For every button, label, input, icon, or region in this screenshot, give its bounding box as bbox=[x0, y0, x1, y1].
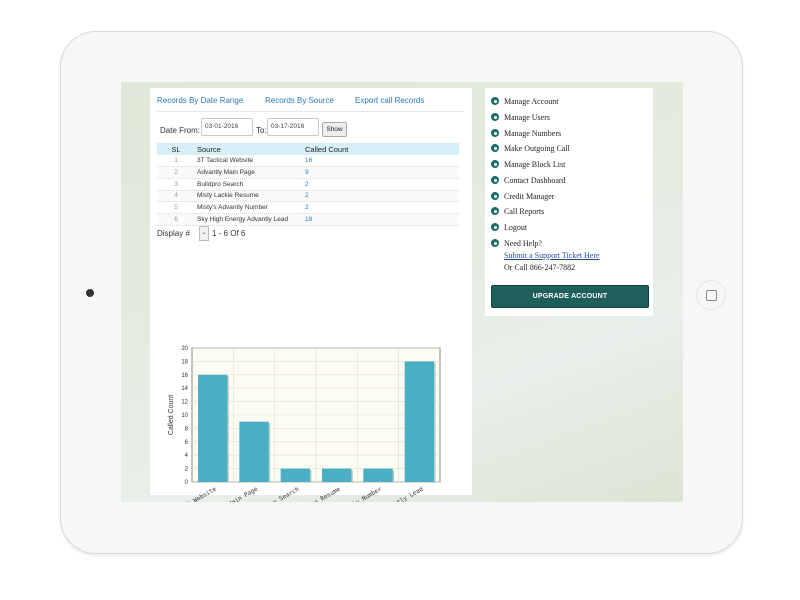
row-count-link[interactable]: 9 bbox=[303, 166, 459, 179]
tab-export-call-records[interactable]: Export call Records bbox=[355, 96, 424, 105]
upgrade-account-button[interactable]: UPGRADE ACCOUNT bbox=[491, 285, 649, 308]
bullet-icon bbox=[491, 97, 499, 105]
row-count-link[interactable]: 16 bbox=[303, 155, 459, 168]
display-dropdown[interactable]: ⌄ bbox=[199, 226, 209, 241]
menu-label: Manage Account bbox=[504, 97, 559, 106]
menu-label: Make Outgoing Call bbox=[504, 144, 570, 153]
row-count-link[interactable]: 2 bbox=[303, 190, 459, 203]
header-source: Source bbox=[195, 143, 303, 155]
support-ticket-link[interactable]: Submit a Support Ticket Here bbox=[504, 251, 600, 260]
bar bbox=[363, 468, 393, 482]
called-count-bar-chart: 024681012141618203T Tactical WebsiteAdva… bbox=[155, 346, 441, 502]
records-table: SL Source Called Count 1 3T Tactical Webs… bbox=[157, 143, 459, 226]
y-tick-label: 8 bbox=[185, 426, 189, 432]
date-to-label: To: bbox=[256, 126, 267, 135]
table-row: 1 3T Tactical Website 16 bbox=[157, 155, 459, 168]
row-source: Sky High Energy Advantly Lead bbox=[195, 213, 303, 226]
row-source: Advantly Main Page bbox=[195, 166, 303, 179]
y-tick-label: 0 bbox=[185, 480, 189, 486]
menu-label: Logout bbox=[504, 223, 528, 232]
row-source: 3T Tactical Website bbox=[195, 155, 303, 168]
y-tick-label: 14 bbox=[181, 386, 188, 392]
row-count-link[interactable]: 2 bbox=[303, 178, 459, 191]
bullet-icon bbox=[491, 223, 499, 231]
x-tick-label: Buildpro Search bbox=[250, 485, 301, 502]
row-sl: 1 bbox=[157, 155, 195, 168]
table-row: 3 Buildpro Search 2 bbox=[157, 178, 459, 191]
bullet-icon bbox=[491, 192, 499, 200]
date-from-label: Date From: bbox=[160, 126, 201, 135]
chevron-down-icon: ⌄ bbox=[201, 230, 207, 236]
table-row: 5 Misty's Advantly Number 2 bbox=[157, 201, 459, 214]
bar bbox=[280, 468, 310, 482]
row-count-link[interactable]: 2 bbox=[303, 201, 459, 214]
records-tabs: Records By Date Range Records By Source … bbox=[157, 94, 464, 112]
bar bbox=[322, 468, 352, 482]
table-row: 4 Misty Lackie Resume 2 bbox=[157, 190, 459, 203]
y-tick-label: 12 bbox=[181, 400, 188, 406]
home-square-icon bbox=[706, 290, 717, 301]
menu-label: Manage Block List bbox=[504, 160, 566, 169]
row-sl: 5 bbox=[157, 201, 195, 214]
tab-records-by-date-range[interactable]: Records By Date Range bbox=[157, 96, 243, 105]
table-row: 2 Advantly Main Page 9 bbox=[157, 166, 459, 179]
y-axis-label: Called Count bbox=[168, 395, 175, 436]
table-row: 6 Sky High Energy Advantly Lead 18 bbox=[157, 213, 459, 226]
row-count-link[interactable]: 18 bbox=[303, 213, 459, 226]
y-tick-label: 6 bbox=[185, 440, 189, 446]
row-sl: 2 bbox=[157, 166, 195, 179]
header-called-count: Called Count bbox=[303, 143, 459, 155]
menu-label: Need Help? bbox=[504, 239, 542, 248]
show-button[interactable]: Show bbox=[322, 122, 347, 137]
bullet-icon bbox=[491, 160, 499, 168]
call-records-panel: Records By Date Range Records By Source … bbox=[150, 88, 472, 502]
menu-label: Contact Dashboard bbox=[504, 176, 566, 185]
x-tick-label: 3T Tactical Website bbox=[155, 485, 218, 502]
row-source: Misty Lackie Resume bbox=[195, 190, 303, 203]
tab-records-by-source[interactable]: Records By Source bbox=[265, 96, 334, 105]
menu-label: Call Reports bbox=[504, 207, 545, 216]
table-header-row: SL Source Called Count bbox=[157, 143, 459, 155]
menu-label: Manage Numbers bbox=[504, 129, 562, 138]
menu-label: Credit Manager bbox=[504, 192, 555, 201]
row-source: Misty's Advantly Number bbox=[195, 201, 303, 214]
display-label: Display # bbox=[157, 229, 190, 238]
home-button[interactable] bbox=[696, 280, 726, 310]
y-tick-label: 16 bbox=[181, 373, 188, 379]
display-pagination: Display # ⌄ 1 - 6 Of 6 bbox=[157, 226, 245, 241]
bar bbox=[198, 374, 228, 482]
row-source: Buildpro Search bbox=[195, 178, 303, 191]
menu-label: Manage Users bbox=[504, 113, 550, 122]
y-tick-label: 4 bbox=[185, 453, 189, 459]
bullet-icon bbox=[491, 113, 499, 121]
y-tick-label: 10 bbox=[181, 413, 188, 419]
date-from-input[interactable]: 03-01-2016 bbox=[201, 118, 253, 136]
date-to-input[interactable]: 03-17-2016 bbox=[267, 118, 319, 136]
y-tick-label: 2 bbox=[185, 467, 189, 473]
bullet-icon bbox=[491, 176, 499, 184]
bullet-icon bbox=[491, 129, 499, 137]
screen: Records By Date Range Records By Source … bbox=[121, 82, 683, 502]
support-phone: Or Call 866-247-7882 bbox=[504, 263, 576, 272]
row-sl: 3 bbox=[157, 178, 195, 191]
display-range: 1 - 6 Of 6 bbox=[212, 229, 246, 238]
bullet-icon bbox=[491, 207, 499, 215]
row-sl: 4 bbox=[157, 190, 195, 203]
camera-icon bbox=[86, 289, 94, 297]
bullet-icon bbox=[491, 239, 499, 247]
row-sl: 6 bbox=[157, 213, 195, 226]
bar bbox=[239, 421, 269, 482]
y-tick-label: 18 bbox=[181, 359, 188, 365]
header-sl: SL bbox=[157, 143, 195, 155]
bullet-icon bbox=[491, 144, 499, 152]
bar bbox=[404, 361, 434, 482]
account-menu-panel: Manage Account Manage Users Manage Numbe… bbox=[485, 88, 653, 316]
y-tick-label: 20 bbox=[181, 346, 188, 352]
